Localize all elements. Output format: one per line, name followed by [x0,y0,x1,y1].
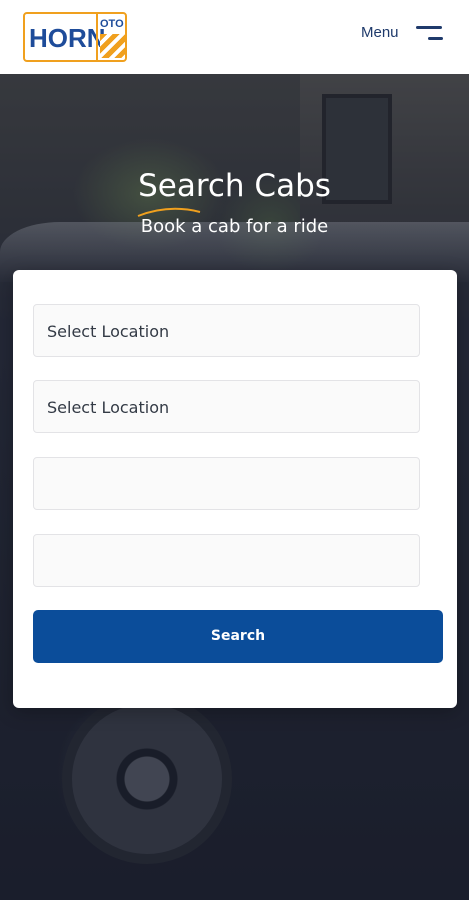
time-input[interactable] [33,534,420,587]
logo-stripes [100,34,125,58]
logo-divider [96,14,98,60]
page-subtitle: Book a cab for a ride [140,216,329,237]
page-title: Search Cabs [138,168,331,204]
drop-location-value: Select Location [47,398,170,417]
search-cab-form: Select Location Select Location Search [13,270,457,708]
logo-sub-text: OTO [100,18,124,30]
logo-main-text: HORN [29,23,106,53]
drop-location-select[interactable]: Select Location [33,380,420,433]
pickup-location-value: Select Location [47,322,170,341]
menu-label[interactable]: Menu [361,24,399,42]
search-button[interactable]: Search [33,610,443,663]
hamburger-icon[interactable] [414,26,444,42]
date-input[interactable] [33,457,420,510]
app-header: HORN OTO Menu [0,0,469,74]
horn-oto-logo[interactable]: HORN OTO [23,12,127,62]
pickup-location-select[interactable]: Select Location [33,304,420,357]
